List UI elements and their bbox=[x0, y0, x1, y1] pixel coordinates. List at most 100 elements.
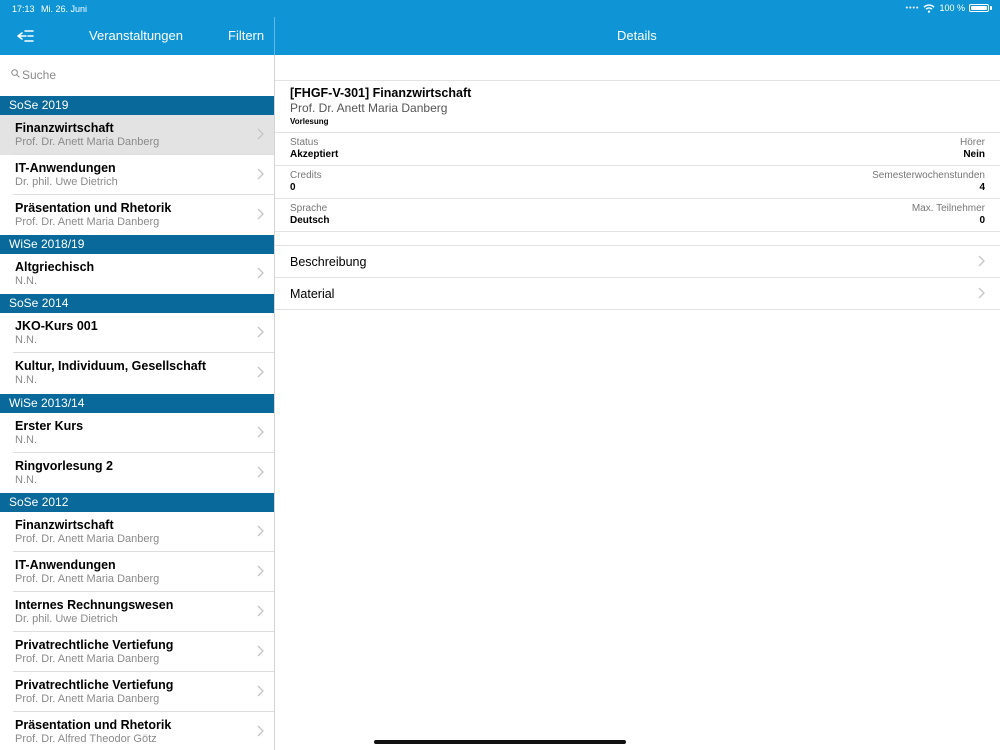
divider bbox=[275, 132, 1000, 133]
course-row[interactable]: Finanzwirtschaft Prof. Dr. Anett Maria D… bbox=[0, 512, 274, 552]
chevron-right-icon bbox=[257, 267, 264, 279]
course-lecturer: N.N. bbox=[15, 434, 37, 446]
chevron-right-icon bbox=[257, 366, 264, 378]
section-header: WiSe 2013/14 bbox=[0, 394, 274, 413]
course-title: IT-Anwendungen bbox=[15, 558, 116, 572]
sidebar-title: Veranstaltungen bbox=[89, 28, 183, 43]
course-row[interactable]: Altgriechisch N.N. bbox=[0, 254, 274, 294]
section-header: SoSe 2019 bbox=[0, 96, 274, 115]
search-bar bbox=[0, 55, 274, 96]
course-title: Präsentation und Rhetorik bbox=[15, 718, 172, 732]
status-date: Mi. 26. Juni bbox=[41, 4, 88, 14]
course-row[interactable]: Kultur, Individuum, Gesellschaft N.N. bbox=[0, 353, 274, 393]
battery-percent: 100 % bbox=[939, 3, 965, 13]
course-title: Finanzwirtschaft bbox=[15, 518, 114, 532]
material-label: Material bbox=[290, 287, 335, 301]
course-row[interactable]: Präsentation und Rhetorik Prof. Dr. Alfr… bbox=[0, 712, 274, 750]
field-value: 4 bbox=[979, 182, 985, 193]
chevron-right-icon bbox=[257, 426, 264, 438]
course-row[interactable]: IT-Anwendungen Prof. Dr. Anett Maria Dan… bbox=[0, 552, 274, 592]
course-lecturer: Prof. Dr. Anett Maria Danberg bbox=[15, 216, 160, 228]
field-value: 0 bbox=[290, 182, 296, 193]
course-title: Privatrechtliche Vertiefung bbox=[15, 638, 174, 652]
chevron-right-icon bbox=[257, 466, 264, 478]
course-title: Präsentation und Rhetorik bbox=[15, 201, 172, 215]
course-title: Erster Kurs bbox=[15, 419, 84, 433]
search-icon bbox=[11, 69, 20, 78]
status-bar: 17:13 Mi. 26. Juni •••• 100 % bbox=[0, 0, 1000, 17]
section-header: SoSe 2012 bbox=[0, 493, 274, 512]
course-title: Privatrechtliche Vertiefung bbox=[15, 678, 174, 692]
course-lecturer: N.N. bbox=[15, 334, 37, 346]
chevron-right-icon bbox=[257, 685, 264, 697]
section-header: WiSe 2018/19 bbox=[0, 235, 274, 254]
course-detail-title: [FHGF-V-301] Finanzwirtschaft bbox=[290, 86, 472, 100]
wifi-icon bbox=[923, 3, 935, 13]
description-label: Beschreibung bbox=[290, 255, 367, 269]
course-lecturer: Dr. phil. Uwe Dietrich bbox=[15, 613, 118, 625]
divider bbox=[275, 80, 1000, 81]
chevron-right-icon bbox=[257, 128, 264, 140]
course-row[interactable]: IT-Anwendungen Dr. phil. Uwe Dietrich bbox=[0, 155, 274, 195]
field-label: Sprache bbox=[290, 203, 328, 214]
chevron-right-icon bbox=[257, 605, 264, 617]
course-row[interactable]: Privatrechtliche Vertiefung Prof. Dr. An… bbox=[0, 632, 274, 672]
course-detail-type: Vorlesung bbox=[290, 117, 329, 126]
course-lecturer: N.N. bbox=[15, 275, 37, 287]
divider bbox=[275, 231, 1000, 232]
field-label: Hörer bbox=[959, 137, 985, 148]
collapse-sidebar-icon[interactable] bbox=[17, 28, 35, 44]
search-input[interactable] bbox=[22, 66, 262, 84]
course-row[interactable]: Präsentation und Rhetorik Prof. Dr. Anet… bbox=[0, 195, 274, 235]
chevron-right-icon bbox=[978, 255, 985, 267]
status-time: 17:13 bbox=[12, 4, 35, 14]
signal-dots-icon: •••• bbox=[905, 4, 920, 12]
course-row[interactable]: Ringvorlesung 2 N.N. bbox=[0, 453, 274, 493]
course-row[interactable]: Privatrechtliche Vertiefung Prof. Dr. An… bbox=[0, 672, 274, 712]
chevron-right-icon bbox=[257, 168, 264, 180]
chevron-right-icon bbox=[257, 565, 264, 577]
home-indicator bbox=[374, 740, 626, 744]
course-lecturer: Prof. Dr. Anett Maria Danberg bbox=[15, 693, 160, 705]
course-lecturer: Prof. Dr. Anett Maria Danberg bbox=[15, 533, 160, 545]
battery-icon bbox=[969, 4, 989, 12]
detail-pane: [FHGF-V-301] Finanzwirtschaft Prof. Dr. … bbox=[275, 55, 1000, 750]
course-row[interactable]: Internes Rechnungswesen Dr. phil. Uwe Di… bbox=[0, 592, 274, 632]
course-row[interactable]: Erster Kurs N.N. bbox=[0, 413, 274, 453]
divider bbox=[275, 198, 1000, 199]
course-lecturer: Prof. Dr. Anett Maria Danberg bbox=[15, 653, 160, 665]
course-title: IT-Anwendungen bbox=[15, 161, 116, 175]
field-value: Nein bbox=[963, 149, 985, 160]
course-sidebar: SoSe 2019 Finanzwirtschaft Prof. Dr. Ane… bbox=[0, 55, 275, 750]
chevron-right-icon bbox=[257, 326, 264, 338]
course-lecturer: Prof. Dr. Anett Maria Danberg bbox=[15, 136, 160, 148]
detail-title: Details bbox=[617, 28, 657, 43]
course-title: Finanzwirtschaft bbox=[15, 121, 114, 135]
divider bbox=[275, 165, 1000, 166]
field-value: Deutsch bbox=[290, 215, 330, 226]
course-title: Internes Rechnungswesen bbox=[15, 598, 174, 612]
chevron-right-icon bbox=[257, 208, 264, 220]
course-detail-lecturer: Prof. Dr. Anett Maria Danberg bbox=[290, 101, 448, 115]
nav-divider bbox=[274, 17, 275, 55]
filter-button[interactable]: Filtern bbox=[228, 28, 264, 43]
chevron-right-icon bbox=[257, 525, 264, 537]
divider bbox=[275, 309, 1000, 310]
course-lecturer: N.N. bbox=[15, 374, 37, 386]
field-label: Max. Teilnehmer bbox=[911, 203, 985, 214]
chevron-right-icon bbox=[978, 287, 985, 299]
field-value: 0 bbox=[979, 215, 985, 226]
field-label: Status bbox=[290, 137, 319, 148]
field-label: Credits bbox=[290, 170, 322, 181]
course-title: JKO-Kurs 001 bbox=[15, 319, 98, 333]
course-row[interactable]: JKO-Kurs 001 N.N. bbox=[0, 313, 274, 353]
status-indicators: •••• 100 % bbox=[906, 3, 992, 13]
section-header: SoSe 2014 bbox=[0, 294, 274, 313]
material-row[interactable]: Material bbox=[275, 278, 1000, 310]
chevron-right-icon bbox=[257, 725, 264, 737]
description-row[interactable]: Beschreibung bbox=[275, 246, 1000, 278]
navigation-bar: Veranstaltungen Filtern Details bbox=[0, 17, 1000, 55]
course-lecturer: N.N. bbox=[15, 474, 37, 486]
course-title: Altgriechisch bbox=[15, 260, 95, 274]
course-row[interactable]: Finanzwirtschaft Prof. Dr. Anett Maria D… bbox=[0, 115, 274, 155]
